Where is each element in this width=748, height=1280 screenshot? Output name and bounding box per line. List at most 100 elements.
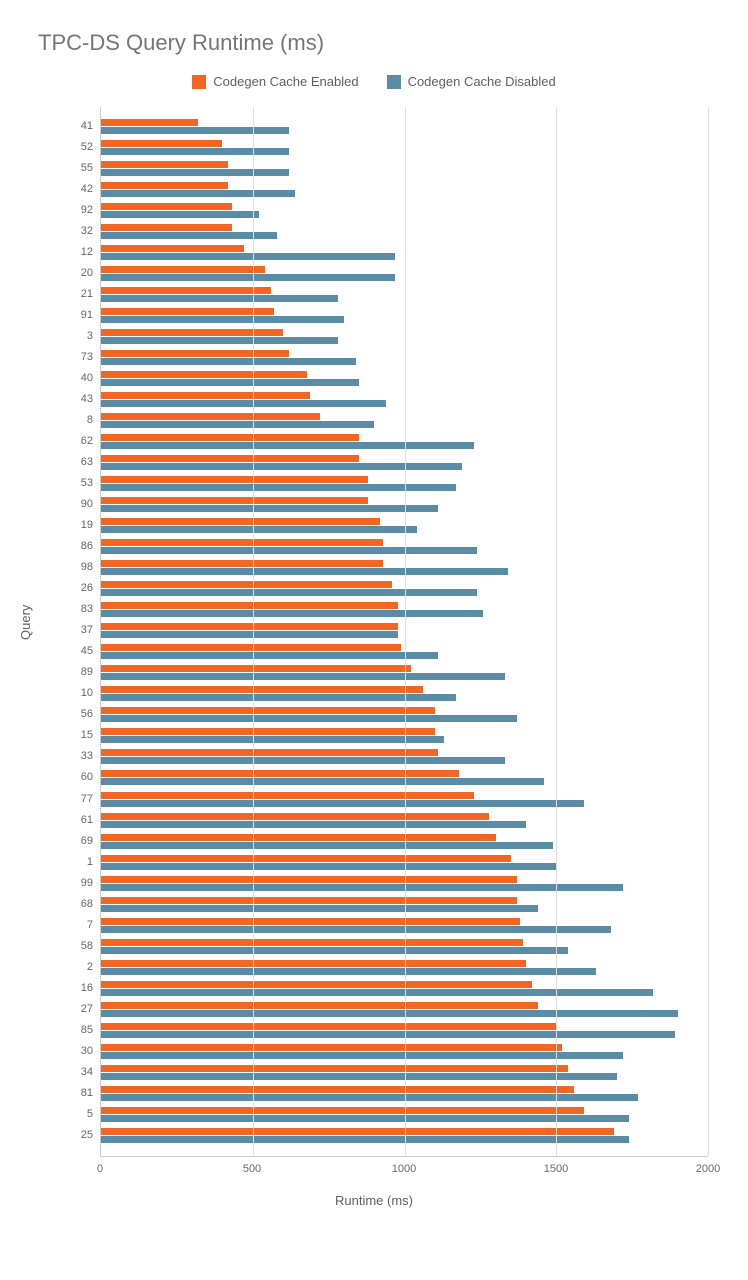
bar-disabled (101, 610, 483, 617)
y-tick-label: 27 (81, 1003, 101, 1015)
y-tick-label: 83 (81, 603, 101, 615)
bar-enabled (101, 182, 228, 189)
bar-disabled (101, 884, 623, 891)
bar-enabled (101, 224, 232, 231)
y-tick-label: 53 (81, 477, 101, 489)
bar-enabled (101, 560, 383, 567)
gridline (708, 107, 709, 1156)
y-tick-label: 99 (81, 877, 101, 889)
y-tick-label: 7 (87, 919, 101, 931)
y-tick-label: 26 (81, 582, 101, 594)
y-tick-label: 85 (81, 1024, 101, 1036)
bar-disabled (101, 442, 474, 449)
bar-disabled (101, 863, 556, 870)
bar-disabled (101, 148, 289, 155)
bar-enabled (101, 371, 307, 378)
y-tick-label: 58 (81, 940, 101, 952)
bar-disabled (101, 568, 508, 575)
y-tick-label: 32 (81, 225, 101, 237)
bar-disabled (101, 631, 398, 638)
y-tick-label: 16 (81, 982, 101, 994)
x-axis-label: Runtime (ms) (20, 1193, 728, 1208)
bar-enabled (101, 329, 283, 336)
y-tick-label: 69 (81, 835, 101, 847)
bar-enabled (101, 1065, 568, 1072)
legend-item-disabled: Codegen Cache Disabled (387, 74, 556, 89)
x-tick-label: 2000 (696, 1163, 720, 1175)
bar-enabled (101, 623, 398, 630)
bar-disabled (101, 526, 417, 533)
bar-disabled (101, 337, 338, 344)
gridline (556, 107, 557, 1156)
y-tick-label: 1 (87, 856, 101, 868)
chart-title: TPC-DS Query Runtime (ms) (38, 30, 728, 56)
bar-disabled (101, 947, 568, 954)
bar-enabled (101, 918, 520, 925)
bar-enabled (101, 245, 244, 252)
y-tick-label: 60 (81, 771, 101, 783)
bar-disabled (101, 358, 356, 365)
bar-enabled (101, 1107, 584, 1114)
y-tick-label: 2 (87, 961, 101, 973)
bar-disabled (101, 211, 259, 218)
y-tick-label: 34 (81, 1066, 101, 1078)
bar-disabled (101, 1010, 678, 1017)
bar-disabled (101, 736, 444, 743)
y-tick-label: 5 (87, 1108, 101, 1120)
bar-disabled (101, 989, 653, 996)
bar-disabled (101, 232, 277, 239)
legend-swatch-enabled (192, 75, 206, 89)
bar-enabled (101, 1002, 538, 1009)
y-tick-label: 63 (81, 456, 101, 468)
y-tick-label: 68 (81, 898, 101, 910)
y-tick-label: 42 (81, 183, 101, 195)
gridline (405, 107, 406, 1156)
bar-enabled (101, 581, 392, 588)
y-tick-label: 52 (81, 141, 101, 153)
bar-enabled (101, 876, 517, 883)
bar-enabled (101, 686, 423, 693)
bar-disabled (101, 842, 553, 849)
legend-label-enabled: Codegen Cache Enabled (213, 74, 358, 89)
bar-enabled (101, 813, 489, 820)
bar-enabled (101, 140, 222, 147)
bar-enabled (101, 1128, 614, 1135)
bar-enabled (101, 413, 320, 420)
legend: Codegen Cache Enabled Codegen Cache Disa… (20, 74, 728, 89)
bar-enabled (101, 728, 435, 735)
bar-disabled (101, 253, 395, 260)
bar-disabled (101, 1094, 638, 1101)
chart-plot-area: 4152554292321220219137340438626353901986… (100, 107, 708, 1157)
bar-enabled (101, 792, 474, 799)
bar-disabled (101, 1052, 623, 1059)
bar-enabled (101, 1044, 562, 1051)
y-tick-label: 40 (81, 372, 101, 384)
bar-enabled (101, 1086, 574, 1093)
bar-enabled (101, 161, 228, 168)
y-tick-label: 61 (81, 814, 101, 826)
y-tick-label: 33 (81, 750, 101, 762)
bar-enabled (101, 350, 289, 357)
bar-enabled (101, 539, 383, 546)
y-tick-label: 73 (81, 351, 101, 363)
bar-enabled (101, 960, 526, 967)
bar-disabled (101, 673, 505, 680)
bar-enabled (101, 939, 523, 946)
y-tick-label: 90 (81, 498, 101, 510)
bar-disabled (101, 800, 584, 807)
y-tick-label: 8 (87, 414, 101, 426)
bar-disabled (101, 968, 596, 975)
x-tick-label: 1000 (392, 1163, 416, 1175)
y-axis-label: Query (18, 605, 33, 640)
x-tick-label: 500 (243, 1163, 261, 1175)
y-tick-label: 43 (81, 393, 101, 405)
bar-disabled (101, 1115, 629, 1122)
y-tick-label: 20 (81, 267, 101, 279)
y-tick-label: 81 (81, 1087, 101, 1099)
bar-enabled (101, 266, 265, 273)
bar-enabled (101, 287, 271, 294)
bar-disabled (101, 1073, 617, 1080)
y-tick-label: 25 (81, 1129, 101, 1141)
bar-disabled (101, 169, 289, 176)
bar-disabled (101, 757, 505, 764)
